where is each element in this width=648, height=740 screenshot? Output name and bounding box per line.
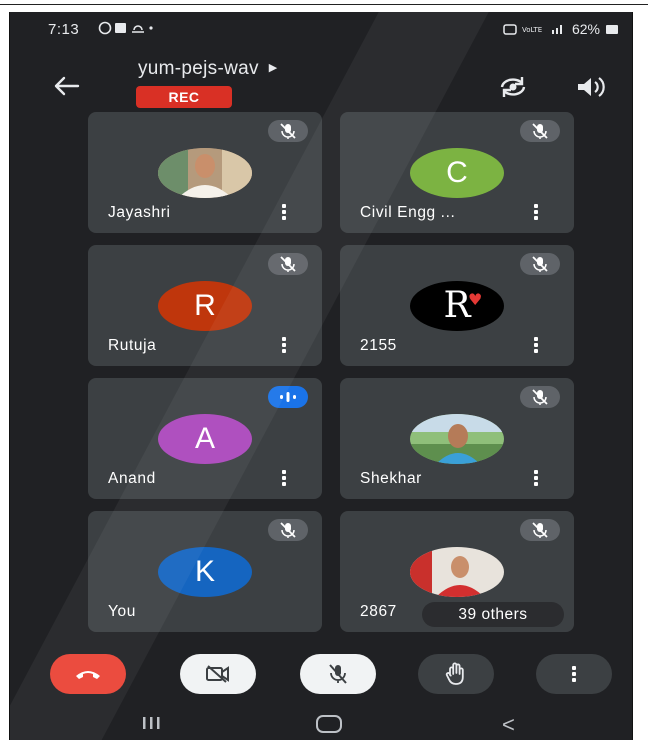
participant-name: 2155	[360, 337, 397, 354]
meeting-code: yum-pejs-wav	[138, 58, 259, 79]
recording-badge: REC	[136, 86, 232, 108]
android-nav-bar: <	[10, 708, 632, 740]
more-vert-icon[interactable]	[533, 470, 539, 488]
participant-name: 2867	[360, 603, 397, 620]
participant-tile[interactable]: K You	[88, 511, 322, 632]
status-right: VoLTE 62%	[502, 21, 622, 37]
more-vert-icon[interactable]	[281, 204, 287, 222]
participant-name: Anand	[108, 470, 156, 487]
mic-off-icon	[520, 253, 560, 275]
end-call-icon	[76, 671, 100, 679]
status-bar: 7:13 VoLTE 62%	[10, 12, 632, 48]
caret-right-icon: ▶	[268, 62, 278, 74]
mic-off-icon	[268, 120, 308, 142]
speaker-icon[interactable]	[576, 76, 606, 98]
status-time: 7:13	[48, 21, 80, 38]
more-options-button[interactable]	[536, 654, 612, 694]
camera-off-icon	[206, 665, 229, 683]
mic-off-icon	[268, 519, 308, 541]
participant-tile[interactable]: 2867 39 others	[340, 511, 574, 632]
more-vert-icon[interactable]	[533, 204, 539, 222]
meeting-header: yum-pejs-wav ▶ REC	[10, 48, 632, 118]
avatar-photo	[410, 414, 504, 464]
raise-hand-icon	[445, 662, 464, 685]
page-top-rule	[0, 4, 648, 5]
participant-name: Civil Engg ...	[360, 204, 456, 221]
mic-off-icon	[329, 664, 347, 684]
avatar-letter: R ♥	[410, 281, 504, 331]
avatar-letter: K	[158, 547, 252, 597]
participant-tile[interactable]: Jayashri	[88, 112, 322, 233]
notification-icons	[98, 21, 154, 38]
participant-tile[interactable]: A Anand	[88, 378, 322, 499]
battery-percent: 62%	[571, 21, 600, 37]
recent-apps-icon[interactable]	[140, 714, 162, 732]
nav-back-icon[interactable]: <	[502, 712, 515, 738]
switch-camera-icon[interactable]	[496, 74, 530, 100]
frame-right-border	[632, 12, 633, 740]
speaking-indicator-icon	[268, 386, 308, 408]
participant-name: Rutuja	[108, 337, 157, 354]
more-vert-icon[interactable]	[533, 337, 539, 355]
avatar-photo	[410, 547, 504, 597]
avatar-letter-text: R	[443, 285, 471, 326]
participant-tile[interactable]: Shekhar	[340, 378, 574, 499]
meeting-title[interactable]: yum-pejs-wav ▶	[138, 58, 278, 80]
svg-text:VoLTE: VoLTE	[522, 26, 542, 34]
camera-off-button[interactable]	[180, 654, 256, 694]
participant-tile[interactable]: R Rutuja	[88, 245, 322, 366]
mic-off-icon	[268, 253, 308, 275]
participant-tile[interactable]: C Civil Engg ...	[340, 112, 574, 233]
more-options-icon	[572, 666, 576, 682]
avatar-photo	[158, 148, 252, 198]
mic-off-icon	[520, 386, 560, 408]
heart-icon: ♥	[468, 290, 483, 309]
meet-call-screen: 7:13 VoLTE 62% yum-pejs-wav ▶ REC Jayash…	[10, 12, 632, 740]
participant-name: Jayashri	[108, 204, 171, 221]
mic-off-icon	[520, 120, 560, 142]
raise-hand-button[interactable]	[418, 654, 494, 694]
participant-name: Shekhar	[360, 470, 422, 487]
home-icon[interactable]	[316, 715, 342, 733]
others-count-chip[interactable]: 39 others	[422, 602, 564, 627]
mic-off-button[interactable]	[300, 654, 376, 694]
end-call-button[interactable]	[50, 654, 126, 694]
participant-tile[interactable]: R ♥ 2155	[340, 245, 574, 366]
avatar-letter: A	[158, 414, 252, 464]
mic-off-icon	[520, 519, 560, 541]
more-vert-icon[interactable]	[281, 470, 287, 488]
avatar-letter: R	[158, 281, 252, 331]
more-vert-icon[interactable]	[281, 337, 287, 355]
back-arrow-icon[interactable]	[52, 74, 80, 98]
avatar-letter: C	[410, 148, 504, 198]
participant-name: You	[108, 603, 136, 620]
